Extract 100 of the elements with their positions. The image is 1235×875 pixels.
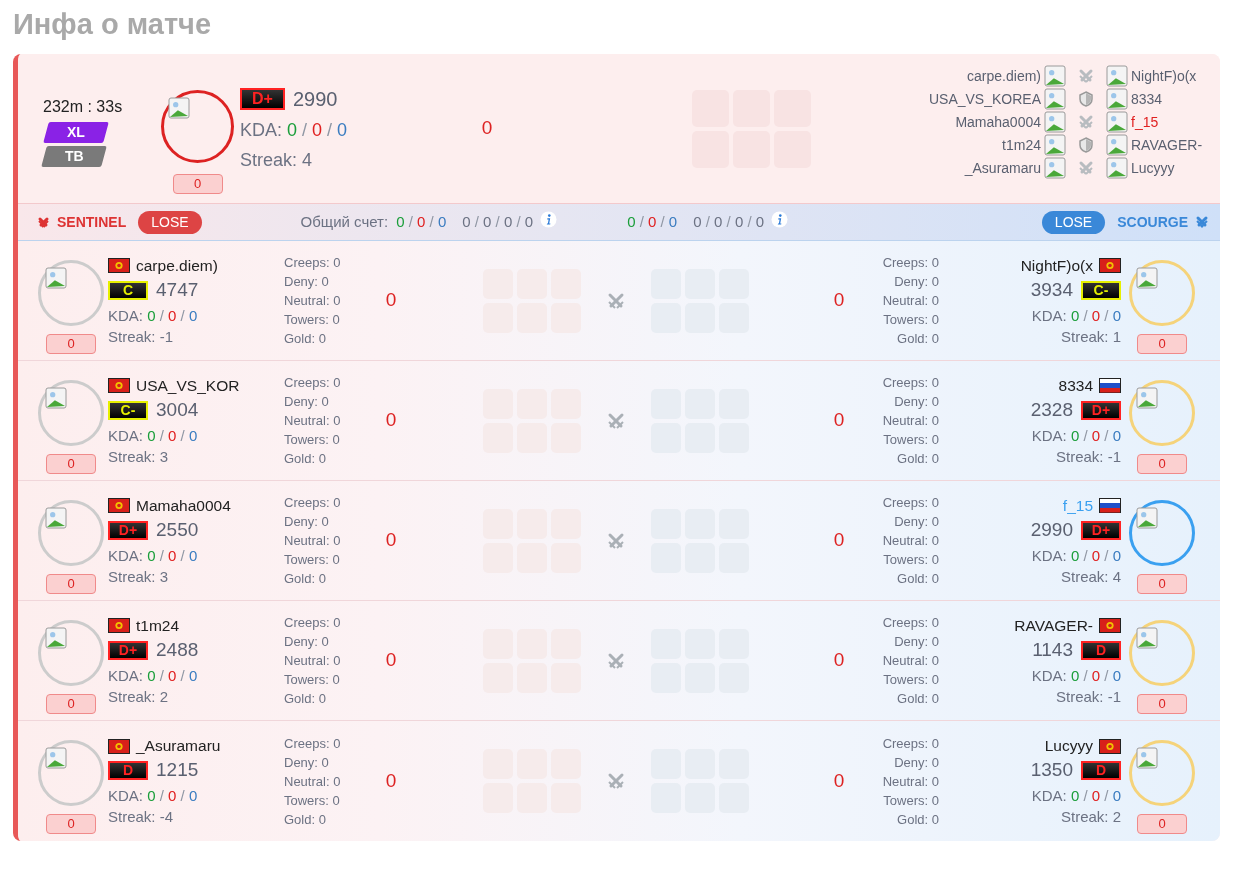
- stat-text: Neutral: 0: [284, 772, 342, 791]
- stat-text: Deny: 0: [893, 753, 939, 772]
- broken-image-icon: [1106, 134, 1128, 156]
- broken-image-icon: [45, 506, 67, 529]
- streak-text: Streak: 2: [108, 686, 170, 707]
- player-name: Mamaha0004: [136, 495, 231, 516]
- rating-text: 2990: [293, 86, 338, 112]
- rating-text: 2328: [1030, 397, 1073, 422]
- stat-text: Deny: 0: [284, 273, 330, 291]
- flag-icon: [108, 378, 130, 393]
- shield-icon: [1077, 136, 1095, 154]
- stat-text: Creeps: 0: [284, 374, 342, 392]
- score-badge: 0: [1137, 453, 1187, 474]
- rating-text: 3934: [1030, 277, 1073, 302]
- score-badge: 0: [1137, 693, 1187, 714]
- stat-text: Towers: 0: [882, 791, 939, 810]
- result-pill[interactable]: LOSE: [138, 210, 202, 234]
- score-text: 0: [384, 528, 398, 553]
- score-text: 0: [384, 768, 398, 793]
- kda-text: KDA: 0 / 0 / 0: [1030, 305, 1121, 326]
- rating-text: 1350: [1030, 758, 1073, 783]
- stat-text: Gold: 0: [284, 450, 327, 468]
- player-name: _Asuramaru: [136, 736, 221, 757]
- rating-text: 1215: [156, 758, 199, 783]
- stat-text: Gold: 0: [896, 450, 939, 468]
- stat-text: Creeps: 0: [881, 254, 939, 272]
- score-badge: 0: [46, 814, 96, 834]
- player-name: RAVAGER-: [1014, 615, 1093, 636]
- score-badge: 0: [1137, 814, 1187, 834]
- streak-text: Streak: 3: [108, 446, 170, 467]
- stat-text: Creeps: 0: [881, 614, 939, 632]
- crossed-swords-icon: [1077, 67, 1095, 85]
- crossed-swords-icon: [1077, 113, 1095, 131]
- broken-image-icon: [1106, 157, 1128, 179]
- score-badge: 0: [46, 693, 96, 714]
- rating-text: 2488: [156, 637, 199, 662]
- rank-badge: C: [108, 280, 148, 300]
- stat-text: Creeps: 0: [284, 254, 342, 272]
- totals-text: 0 / 0 / 0 / 0: [462, 211, 534, 232]
- broken-image-icon: [1044, 88, 1066, 110]
- score-badge: 0: [1137, 573, 1187, 594]
- player-name: Mamaha0004: [954, 112, 1041, 132]
- stat-text: Creeps: 0: [284, 494, 342, 512]
- crossed-swords-icon: [1077, 159, 1095, 177]
- info-icon[interactable]: [540, 211, 558, 228]
- score-text: 0: [480, 116, 494, 141]
- player-name: NightF)o(x: [1020, 255, 1093, 276]
- stat-text: Neutral: 0: [284, 292, 342, 310]
- broken-image-icon: [1106, 111, 1128, 133]
- stat-text: Creeps: 0: [284, 614, 342, 632]
- player-name: 8334: [1058, 375, 1093, 396]
- broken-image-icon: [45, 626, 67, 649]
- stat-text: Creeps: 0: [881, 374, 939, 392]
- rank-badge: D: [1081, 640, 1121, 660]
- score-badge: 0: [46, 453, 96, 474]
- page-title: Инфа о матче: [13, 7, 213, 42]
- stat-text: Gold: 0: [284, 690, 327, 708]
- player-name: Lucyyy: [1131, 158, 1176, 178]
- stat-text: Gold: 0: [284, 330, 327, 348]
- total-label: Общий счет:: [300, 211, 389, 232]
- streak-text: Streak: -1: [108, 326, 175, 347]
- broken-image-icon: [1106, 88, 1128, 110]
- streak-text: Streak: 4: [1059, 566, 1121, 587]
- score-text: 0: [384, 648, 398, 673]
- crossed-swords-icon: [1194, 214, 1210, 230]
- player-name: carpe.diem): [966, 66, 1041, 86]
- player-name: 8334: [1131, 89, 1164, 109]
- player-name: NightF)o(x: [1131, 66, 1198, 86]
- flag-icon: [108, 618, 130, 633]
- stat-text: Towers: 0: [284, 551, 341, 569]
- info-icon[interactable]: [771, 211, 789, 228]
- player-name: f_15: [1131, 112, 1160, 132]
- stat-text: Neutral: 0: [881, 292, 939, 310]
- player-name: t1m24: [136, 615, 180, 636]
- kda-text: KDA: 0 / 0 / 0: [108, 786, 199, 806]
- stat-text: Gold: 0: [896, 690, 939, 708]
- totals-text: 0 / 0 / 0 / 0: [693, 211, 765, 232]
- score-text: 0: [832, 408, 846, 433]
- stat-text: Deny: 0: [893, 273, 939, 291]
- stat-text: Deny: 0: [284, 633, 330, 651]
- stat-text: Towers: 0: [284, 311, 341, 329]
- broken-image-icon: [45, 266, 67, 289]
- flag-icon: [1099, 738, 1121, 754]
- kda-text: KDA: 0 / 0 / 0: [108, 425, 199, 446]
- stat-text: Towers: 0: [284, 671, 341, 689]
- broken-image-icon: [1136, 506, 1158, 529]
- stat-text: Neutral: 0: [881, 412, 939, 430]
- broken-image-icon: [1106, 65, 1128, 87]
- team-name: SCOURGE: [1117, 212, 1188, 232]
- kda-text: KDA: 0 / 0 / 0: [240, 118, 349, 142]
- stat-text: Deny: 0: [893, 393, 939, 411]
- broken-image-icon: [1136, 266, 1158, 289]
- broken-image-icon: [1044, 157, 1066, 179]
- stat-text: Towers: 0: [882, 431, 939, 449]
- kda-text: KDA: 0 / 0 / 0: [108, 305, 199, 326]
- stat-text: Neutral: 0: [881, 532, 939, 550]
- kda-text: KDA: 0 / 0 / 0: [1030, 786, 1121, 806]
- stat-text: Neutral: 0: [284, 412, 342, 430]
- result-pill[interactable]: LOSE: [1041, 210, 1106, 234]
- mode-tag: XL: [43, 121, 109, 143]
